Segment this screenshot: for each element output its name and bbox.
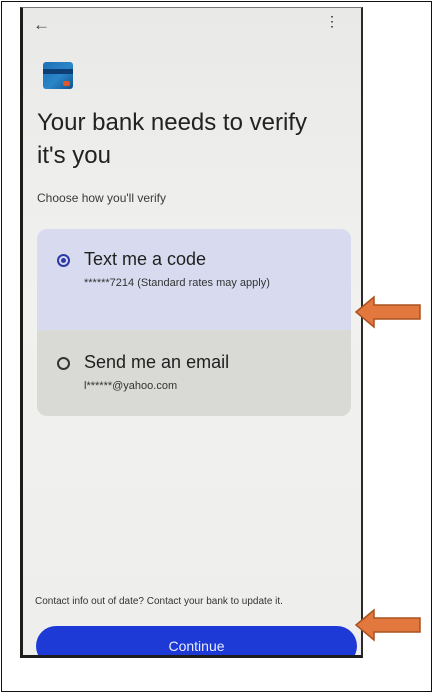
radio-unselected-icon[interactable] xyxy=(57,357,70,370)
page-title: Your bank needs to verify it's you xyxy=(37,109,307,169)
option-detail: l******@yahoo.com xyxy=(84,380,178,392)
radio-selected-icon[interactable] xyxy=(57,254,70,267)
option-title: Send me an email xyxy=(84,352,230,372)
continue-button[interactable]: Continue xyxy=(36,626,357,655)
screenshot-frame: ← ⋮ Your bank needs to verify it's you C… xyxy=(1,1,432,692)
card-icon xyxy=(43,62,73,89)
option-title: Text me a code xyxy=(84,249,207,269)
page-subtitle: Choose how you'll verify xyxy=(37,191,167,205)
callout-arrow-icon xyxy=(354,608,421,642)
callout-arrow-icon xyxy=(354,295,421,329)
phone-screen: ← ⋮ Your bank needs to verify it's you C… xyxy=(20,7,363,658)
option-detail: ******7214 (Standard rates may apply) xyxy=(84,277,270,289)
contact-info-note: Contact info out of date? Contact your b… xyxy=(35,596,283,607)
option-email[interactable]: Send me an email l******@yahoo.com xyxy=(37,330,351,416)
back-arrow-icon[interactable]: ← xyxy=(33,16,50,33)
more-options-icon[interactable]: ⋮ xyxy=(325,14,339,28)
option-text-code[interactable]: Text me a code ******7214 (Standard rate… xyxy=(37,229,351,330)
